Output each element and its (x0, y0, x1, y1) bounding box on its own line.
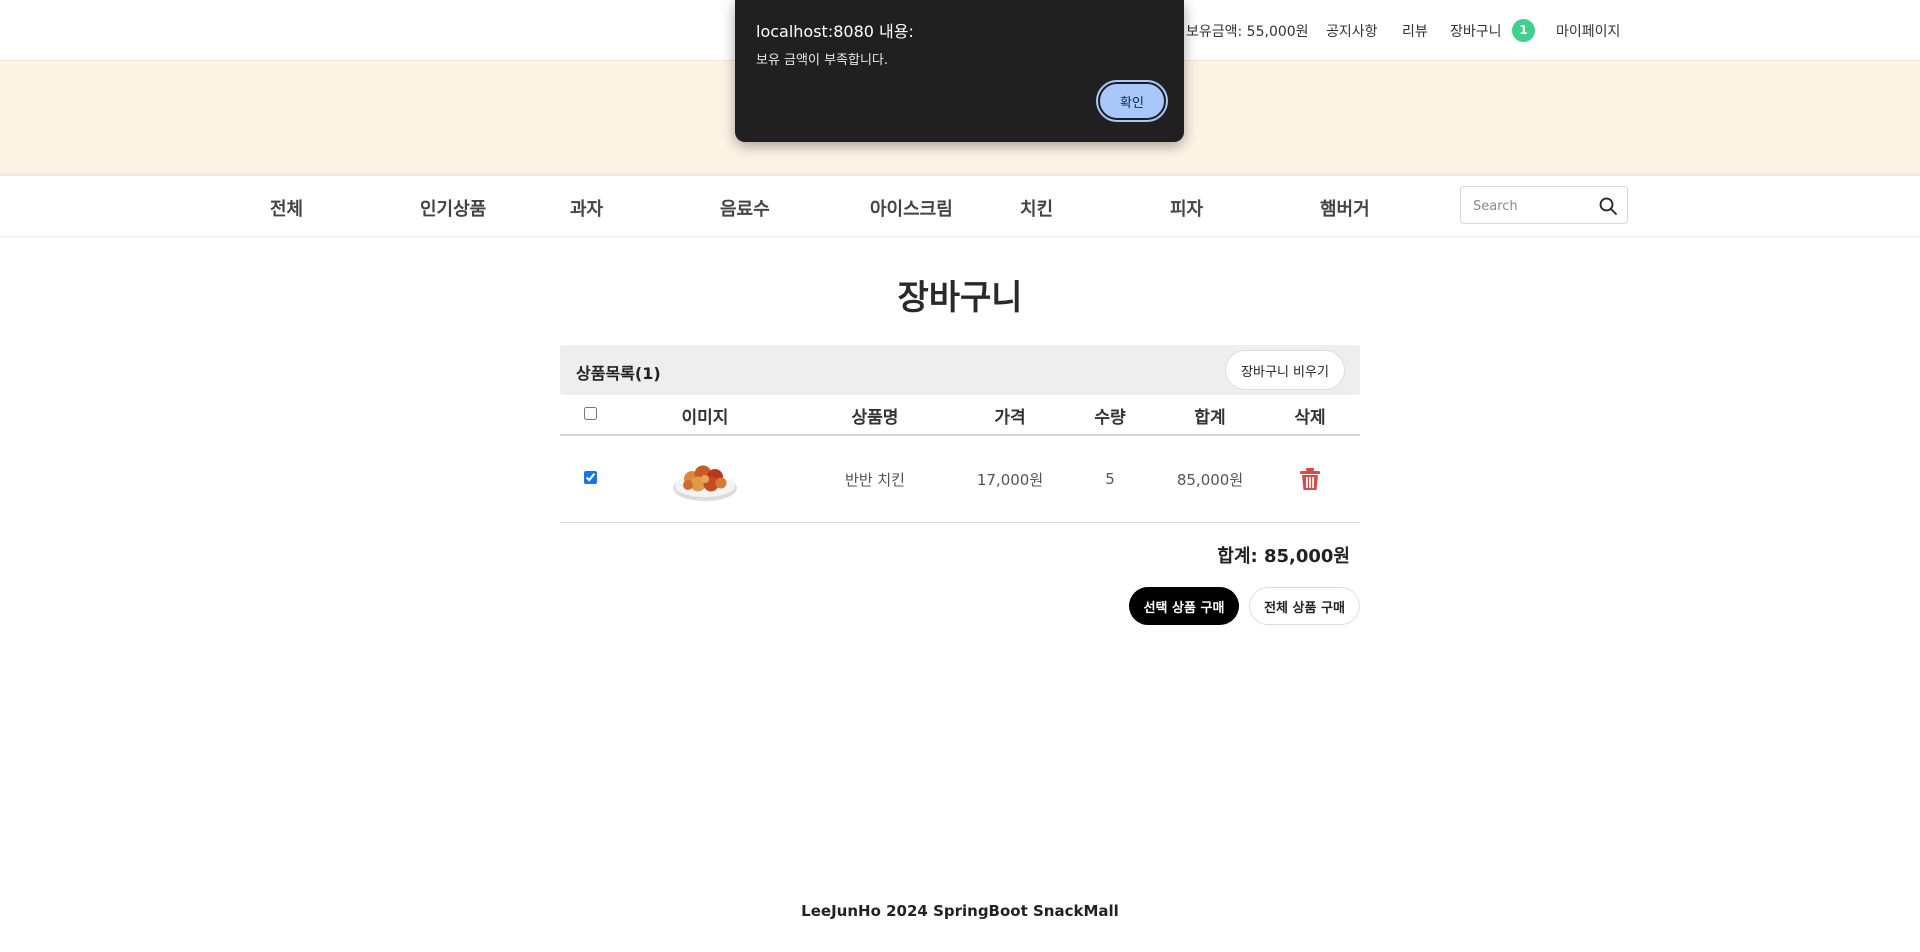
select-all-checkbox[interactable] (583, 407, 597, 420)
alert-dialog: localhost:8080 내용: 보유 금액이 부족합니다. 확인 (735, 0, 1184, 142)
page-title: 장바구니 (897, 278, 1023, 318)
notice-link[interactable]: 공지사항 (1326, 21, 1378, 41)
column-header-name: 상품명 (790, 396, 960, 436)
cart-table: 이미지 상품명 가격 수량 합계 삭제 반반 치킨 17,000원 5 85,0… (560, 396, 1360, 523)
alert-message: 보유 금액이 부족합니다. (756, 53, 888, 68)
buy-selected-button[interactable]: 선택 상품 구매 (1129, 587, 1239, 625)
cart-list-count: 상품목록(1) (576, 364, 661, 383)
category-chicken[interactable]: 치킨 (1020, 195, 1053, 221)
category-drink[interactable]: 음료수 (720, 195, 770, 221)
category-icecream[interactable]: 아이스크림 (870, 195, 953, 221)
alert-ok-button[interactable]: 확인 (1096, 80, 1168, 122)
item-total: 85,000원 (1160, 435, 1260, 523)
column-header-price: 가격 (960, 396, 1060, 436)
category-pizza[interactable]: 피자 (1170, 195, 1203, 221)
column-header-quantity: 수량 (1060, 396, 1160, 436)
alert-title: localhost:8080 내용: (756, 22, 914, 41)
mypage-link[interactable]: 마이페이지 (1556, 21, 1620, 41)
chicken-product-image (673, 465, 737, 501)
item-name: 반반 치킨 (790, 435, 960, 523)
cart-link[interactable]: 장바구니 (1450, 21, 1502, 41)
clear-cart-button[interactable]: 장바구니 비우기 (1225, 350, 1345, 390)
item-checkbox[interactable] (583, 471, 597, 484)
search-icon[interactable] (1598, 196, 1618, 216)
category-nav: 전체 인기상품 과자 음료수 아이스크림 치킨 피자 햄버거 (0, 175, 1920, 237)
buy-all-button[interactable]: 전체 상품 구매 (1249, 587, 1360, 625)
item-delete-cell (1260, 435, 1360, 523)
table-row: 반반 치킨 17,000원 5 85,000원 (560, 435, 1360, 523)
search-box (1460, 186, 1628, 224)
column-header-delete: 삭제 (1260, 396, 1360, 436)
column-header-total: 합계 (1160, 396, 1260, 436)
item-image-cell (620, 435, 790, 523)
category-popular[interactable]: 인기상품 (420, 195, 486, 221)
cart-count-badge[interactable]: 1 (1512, 19, 1535, 42)
column-header-image: 이미지 (620, 396, 790, 436)
category-snack[interactable]: 과자 (570, 195, 603, 221)
select-all-cell (560, 396, 620, 436)
category-all[interactable]: 전체 (270, 195, 303, 221)
item-price: 17,000원 (960, 435, 1060, 523)
balance-text: 보유금액: 55,000원 (1186, 24, 1309, 40)
footer-text: LeeJunHo 2024 SpringBoot SnackMall (801, 902, 1119, 920)
item-quantity: 5 (1060, 435, 1160, 523)
grand-total: 합계: 85,000원 (1217, 546, 1350, 567)
search-input[interactable] (1471, 195, 1595, 217)
trash-icon[interactable] (1299, 467, 1321, 491)
review-link[interactable]: 리뷰 (1402, 21, 1428, 41)
category-burger[interactable]: 햄버거 (1320, 195, 1370, 221)
cart-list-header: 상품목록(1) 장바구니 비우기 (560, 345, 1360, 395)
item-select-cell (560, 435, 620, 523)
cart-table-header: 이미지 상품명 가격 수량 합계 삭제 (560, 396, 1360, 436)
